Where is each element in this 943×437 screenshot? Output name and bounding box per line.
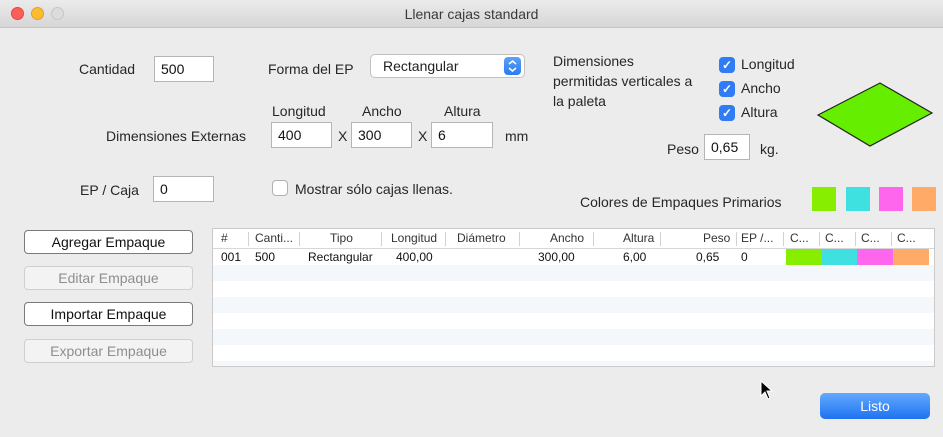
ep-caja-input[interactable]: 0	[153, 176, 214, 202]
cantidad-label: Cantidad	[79, 61, 136, 77]
ep-caja-label: EP / Caja	[80, 182, 139, 198]
table-row-empty	[213, 297, 934, 313]
table-row-empty	[213, 361, 934, 366]
table-row[interactable]: 001 500 Rectangular 400,00 300,00 6,00 0…	[213, 249, 934, 265]
header-altura[interactable]: Altura	[623, 231, 654, 245]
window-title: Llenar cajas standard	[404, 6, 539, 22]
chk-longitud-label: Longitud	[741, 56, 795, 72]
table-row-empty	[213, 345, 934, 361]
mostrar-checkbox[interactable]	[272, 180, 288, 196]
color-swatch-1[interactable]	[812, 187, 836, 211]
peso-label: Peso	[667, 141, 699, 157]
cell-cantidad: 500	[255, 250, 276, 264]
altura-checkbox[interactable]: ✓	[719, 105, 735, 121]
mm-unit: mm	[505, 128, 529, 144]
cell-color-2	[822, 249, 857, 265]
header-color-2[interactable]: C...	[825, 231, 844, 245]
cell-num: 001	[221, 250, 242, 264]
dimensiones-externas-label: Dimensiones Externas	[106, 128, 247, 144]
header-num[interactable]: #	[221, 231, 228, 245]
ancho-input[interactable]: 300	[351, 122, 412, 148]
table-row-empty	[213, 281, 934, 297]
ancho-checkbox[interactable]: ✓	[719, 81, 735, 97]
longitud-input[interactable]: 400	[271, 122, 332, 148]
empaques-table[interactable]: # Canti... Tipo Longitud Diámetro Ancho …	[212, 228, 935, 367]
header-color-1[interactable]: C...	[790, 231, 809, 245]
col-longitud-label: Longitud	[272, 103, 326, 119]
header-cantidad[interactable]: Canti...	[255, 231, 293, 245]
dim-permitidas-line1: Dimensiones	[553, 53, 634, 69]
header-longitud[interactable]: Longitud	[391, 231, 437, 245]
title-bar: Llenar cajas standard	[0, 0, 943, 28]
x-separator-1: X	[338, 128, 348, 144]
header-tipo[interactable]: Tipo	[330, 231, 353, 245]
cell-tipo: Rectangular	[308, 250, 373, 264]
peso-input[interactable]: 0,65	[704, 134, 750, 160]
editar-empaque-button[interactable]: Editar Empaque	[24, 266, 193, 290]
peso-unit: kg.	[760, 141, 779, 157]
cell-color-1	[786, 249, 822, 265]
column-separator[interactable]	[299, 232, 300, 246]
cell-longitud: 400,00	[396, 250, 433, 264]
forma-select[interactable]: Rectangular	[370, 54, 525, 78]
chk-ancho-label: Ancho	[741, 80, 781, 96]
longitud-checkbox[interactable]: ✓	[719, 57, 735, 73]
table-row-empty	[213, 329, 934, 345]
forma-select-value: Rectangular	[383, 58, 459, 74]
box-preview-icon	[816, 82, 934, 147]
checkmark-icon: ✓	[721, 58, 733, 72]
header-color-3[interactable]: C...	[861, 231, 880, 245]
cell-ep: 0	[741, 250, 748, 264]
header-diametro[interactable]: Diámetro	[457, 231, 506, 245]
cell-peso: 0,65	[696, 250, 720, 264]
header-ancho[interactable]: Ancho	[550, 231, 584, 245]
column-separator[interactable]	[593, 232, 594, 246]
color-swatch-4[interactable]	[912, 187, 936, 211]
mostrar-label: Mostrar sólo cajas llenas.	[295, 181, 453, 197]
col-altura-label: Altura	[444, 103, 481, 119]
column-separator[interactable]	[660, 232, 661, 246]
column-separator[interactable]	[519, 232, 520, 246]
column-separator[interactable]	[819, 232, 820, 246]
header-color-4[interactable]: C...	[897, 231, 916, 245]
listo-button[interactable]: Listo	[820, 393, 930, 419]
col-ancho-label: Ancho	[362, 103, 402, 119]
column-separator[interactable]	[248, 232, 249, 246]
color-swatch-2[interactable]	[846, 187, 870, 211]
color-swatch-3[interactable]	[879, 187, 903, 211]
dim-permitidas-line3: la paleta	[553, 93, 606, 109]
header-ep[interactable]: EP /...	[741, 231, 773, 245]
cell-color-4	[893, 249, 929, 265]
column-separator[interactable]	[855, 232, 856, 246]
colores-label: Colores de Empaques Primarios	[580, 194, 782, 210]
column-separator[interactable]	[381, 232, 382, 246]
chk-altura-label: Altura	[741, 104, 778, 120]
cantidad-input[interactable]: 500	[154, 56, 214, 82]
cell-color-3	[857, 249, 893, 265]
column-separator[interactable]	[445, 232, 446, 246]
importar-empaque-button[interactable]: Importar Empaque	[24, 302, 193, 326]
forma-label: Forma del EP	[268, 61, 354, 77]
table-row-empty	[213, 265, 934, 281]
altura-input[interactable]: 6	[431, 122, 493, 148]
column-separator[interactable]	[783, 232, 784, 246]
x-separator-2: X	[418, 128, 428, 144]
agregar-empaque-button[interactable]: Agregar Empaque	[24, 230, 193, 254]
checkmark-icon: ✓	[721, 106, 733, 120]
table-header: # Canti... Tipo Longitud Diámetro Ancho …	[213, 229, 934, 249]
column-separator[interactable]	[736, 232, 737, 246]
exportar-empaque-button[interactable]: Exportar Empaque	[24, 339, 193, 363]
window: Llenar cajas standard Cantidad 500 Forma…	[0, 0, 943, 437]
header-peso[interactable]: Peso	[703, 231, 730, 245]
column-separator[interactable]	[891, 232, 892, 246]
dim-permitidas-line2: permitidas verticales a	[553, 73, 693, 89]
cell-altura: 6,00	[623, 250, 647, 264]
mouse-cursor-icon	[760, 380, 774, 400]
cell-ancho: 300,00	[538, 250, 575, 264]
table-row-empty	[213, 313, 934, 329]
updown-chevron-icon	[504, 57, 521, 75]
checkmark-icon: ✓	[721, 82, 733, 96]
